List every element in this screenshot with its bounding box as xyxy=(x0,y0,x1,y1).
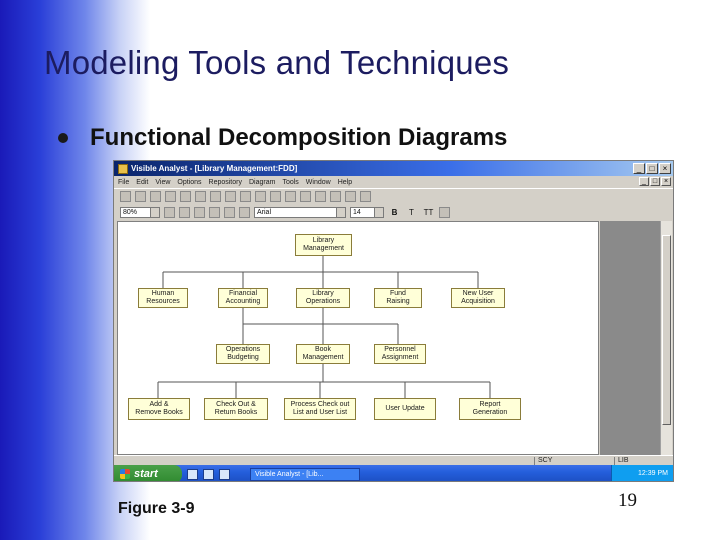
menu-tools[interactable]: Tools xyxy=(282,179,298,186)
zoom-select[interactable]: 80% xyxy=(120,207,160,218)
fdd-box-level3[interactable]: Check Out & Return Books xyxy=(204,398,268,420)
desktop-icon[interactable] xyxy=(219,468,230,480)
select-arrow-icon[interactable] xyxy=(270,191,281,202)
ie-icon[interactable] xyxy=(187,468,198,480)
paste-icon[interactable] xyxy=(210,191,221,202)
align-left-icon[interactable] xyxy=(164,207,175,218)
print-icon[interactable] xyxy=(165,191,176,202)
windows-taskbar: start Visible Analyst - [Lib... 12:39 PM xyxy=(114,465,673,481)
app-icon xyxy=(118,163,128,174)
doc-close-button[interactable]: × xyxy=(661,177,671,186)
redo-icon[interactable] xyxy=(224,207,235,218)
media-icon[interactable] xyxy=(203,468,214,480)
cut-icon[interactable] xyxy=(180,191,191,202)
bold-button[interactable]: B xyxy=(388,207,401,218)
bullet-text: Functional Decomposition Diagrams xyxy=(90,124,508,151)
status-cell-left: SCY xyxy=(534,457,594,465)
fdd-connector-lines xyxy=(157,256,491,398)
menu-view[interactable]: View xyxy=(155,179,170,186)
menu-options[interactable]: Options xyxy=(177,179,201,186)
color-palette-icon[interactable] xyxy=(439,207,450,218)
workspace-background xyxy=(600,221,660,455)
save-icon[interactable] xyxy=(150,191,161,202)
main-toolbar xyxy=(114,188,673,204)
italic-button[interactable]: T xyxy=(405,207,418,218)
figure-caption: Figure 3-9 xyxy=(118,500,195,517)
font-size-select[interactable]: 14 xyxy=(350,207,384,218)
close-button[interactable]: × xyxy=(659,163,671,174)
window-controls: _ □ × xyxy=(633,163,671,174)
fdd-box-level1[interactable]: Library Operations xyxy=(296,288,350,308)
scrollbar-thumb[interactable] xyxy=(662,235,671,425)
new-file-icon[interactable] xyxy=(120,191,131,202)
fdd-box-level3[interactable]: User Update xyxy=(374,398,436,420)
fdd-box-level3[interactable]: Report Generation xyxy=(459,398,521,420)
vertical-scrollbar[interactable] xyxy=(660,221,672,455)
align-center-icon[interactable] xyxy=(179,207,190,218)
app-window-title: Visible Analyst - [Library Management:FD… xyxy=(131,164,298,173)
menu-window[interactable]: Window xyxy=(306,179,331,186)
zoom-out-icon[interactable] xyxy=(240,191,251,202)
fdd-box-level1[interactable]: Fund Raising xyxy=(374,288,422,308)
fdd-box-level3[interactable]: Process Check out List and User List xyxy=(284,398,356,420)
fdd-box-level2[interactable]: Operations Budgeting xyxy=(216,344,270,364)
fdd-box-level1[interactable]: Financial Accounting xyxy=(218,288,268,308)
table-icon[interactable] xyxy=(239,207,250,218)
open-folder-icon[interactable] xyxy=(135,191,146,202)
menu-diagram[interactable]: Diagram xyxy=(249,179,275,186)
windows-logo-icon xyxy=(120,469,130,479)
embedded-app-screenshot: Visible Analyst - [Library Management:FD… xyxy=(113,160,674,482)
minimize-button[interactable]: _ xyxy=(633,163,645,174)
app-titlebar: Visible Analyst - [Library Management:FD… xyxy=(114,161,673,176)
underline-button[interactable]: TT xyxy=(422,207,435,218)
rounded-rect-tool-icon[interactable] xyxy=(300,191,311,202)
menu-file[interactable]: File xyxy=(118,179,129,186)
app-menubar: File Edit View Options Repository Diagra… xyxy=(114,176,673,188)
copy-icon[interactable] xyxy=(195,191,206,202)
doc-minimize-button[interactable]: _ xyxy=(639,177,649,186)
fdd-box-level2[interactable]: Personnel Assignment xyxy=(374,344,426,364)
zoom-in-icon[interactable] xyxy=(225,191,236,202)
bullet-item: Functional Decomposition Diagrams xyxy=(58,124,507,152)
fdd-box-root[interactable]: Library Management xyxy=(295,234,352,256)
text-tool-icon[interactable] xyxy=(360,191,371,202)
menu-edit[interactable]: Edit xyxy=(136,179,148,186)
menu-repository[interactable]: Repository xyxy=(209,179,242,186)
format-toolbar: 80% Arial 14 B T TT xyxy=(114,205,673,220)
fdd-box-level2[interactable]: Book Management xyxy=(296,344,350,364)
undo-icon[interactable] xyxy=(209,207,220,218)
system-tray-clock: 12:39 PM xyxy=(611,465,673,481)
line-tool-icon[interactable] xyxy=(330,191,341,202)
start-button[interactable]: start xyxy=(114,465,182,481)
slide-title: Modeling Tools and Techniques xyxy=(44,44,510,81)
app-statusbar: SCY LIB xyxy=(114,455,673,465)
bullet-dot-icon xyxy=(58,133,68,143)
page-number: 19 xyxy=(618,490,637,511)
menu-help[interactable]: Help xyxy=(338,179,352,186)
fdd-box-level1[interactable]: New User Acquisition xyxy=(451,288,505,308)
connector-tool-icon[interactable] xyxy=(345,191,356,202)
diagram-canvas[interactable]: Library Management Human Resources Finan… xyxy=(117,221,599,455)
font-select[interactable]: Arial xyxy=(254,207,346,218)
ellipse-tool-icon[interactable] xyxy=(315,191,326,202)
rectangle-tool-icon[interactable] xyxy=(285,191,296,202)
start-label: start xyxy=(134,468,158,480)
status-cell-right: LIB xyxy=(614,457,672,465)
fdd-box-level1[interactable]: Human Resources xyxy=(138,288,188,308)
document-window-controls: _ □ × xyxy=(639,177,671,186)
maximize-button[interactable]: □ xyxy=(646,163,658,174)
taskbar-app-item[interactable]: Visible Analyst - [Lib... xyxy=(250,467,360,481)
doc-maximize-button[interactable]: □ xyxy=(650,177,660,186)
fdd-box-level3[interactable]: Add & Remove Books xyxy=(128,398,190,420)
grid-icon[interactable] xyxy=(255,191,266,202)
format-painter-icon[interactable] xyxy=(194,207,205,218)
